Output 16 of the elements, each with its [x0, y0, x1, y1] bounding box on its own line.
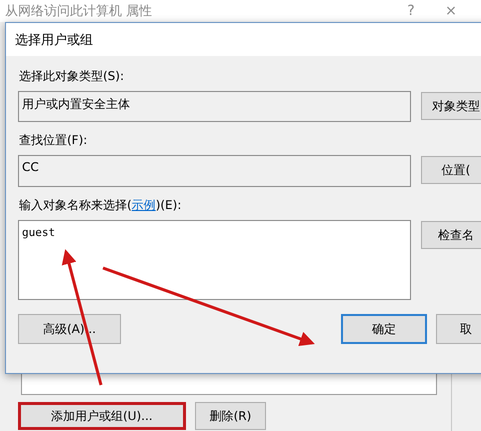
examples-link[interactable]: 示例 — [132, 198, 156, 212]
add-user-button[interactable]: 添加用户或组(U)... — [18, 402, 186, 430]
object-name-label: 输入对象名称来选择(示例)(E): — [19, 197, 182, 214]
cancel-button[interactable]: 取 — [436, 314, 481, 344]
object-name-field[interactable]: guest — [18, 220, 411, 300]
object-type-field: 用户或内置安全主体 — [18, 91, 411, 122]
location-field: CC — [18, 155, 411, 187]
location-button[interactable]: 位置( — [421, 156, 481, 184]
ok-button[interactable]: 确定 — [341, 314, 427, 344]
dialog-title: 选择用户或组 — [15, 32, 93, 48]
window-title: 从网络访问此计算机 属性 — [5, 3, 154, 20]
check-names-button[interactable]: 检查名 — [421, 221, 481, 249]
object-type-label: 选择此对象类型(S): — [19, 68, 126, 85]
location-label: 查找位置(F): — [19, 132, 88, 149]
remove-button[interactable]: 删除(R) — [194, 402, 266, 430]
object-type-button[interactable]: 对象类型 — [421, 92, 481, 120]
